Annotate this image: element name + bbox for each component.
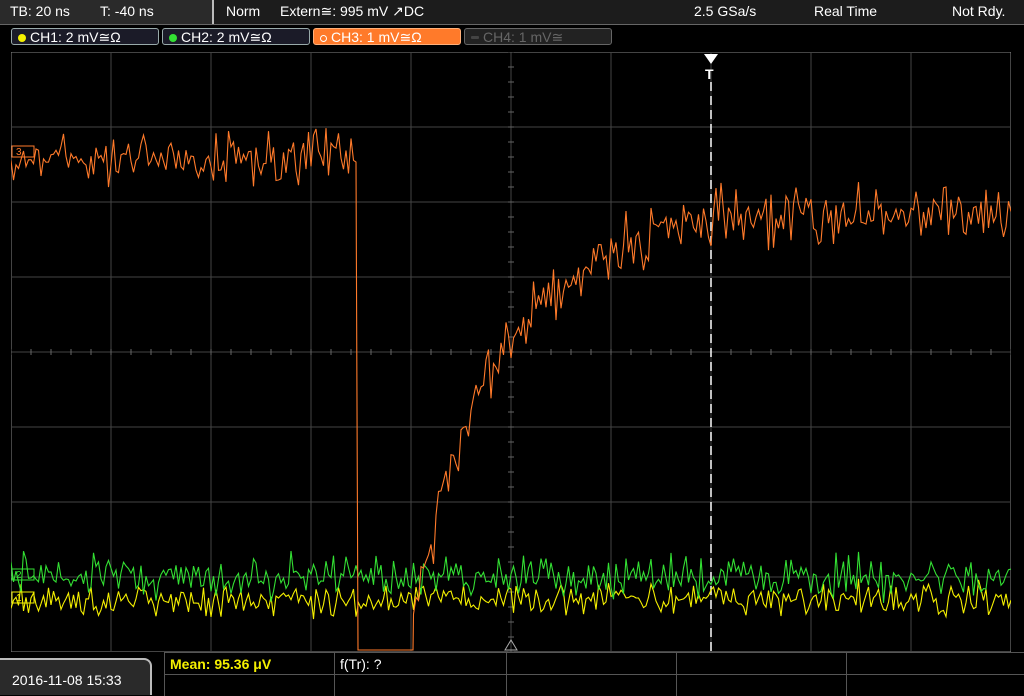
channel-1-label: CH1: 2 mV≅Ω — [30, 29, 121, 45]
measurement-panel: Mean: 95.36 μV f(Tr): ? — [164, 652, 1024, 696]
channel-3-label: CH3: 1 mV≅Ω — [331, 29, 422, 45]
acquisition-status-readout: Not Rdy. — [952, 3, 1006, 19]
channel-bar: CH1: 2 mV≅Ω CH2: 2 mV≅Ω CH3: 1 mV≅Ω CH4:… — [0, 25, 1024, 49]
channel-1-marker-label: 1 — [16, 593, 22, 604]
channel-2-label: CH2: 2 mV≅Ω — [181, 29, 272, 45]
trigger-source-readout[interactable]: Extern≅: 995 mV ↗DC — [280, 3, 424, 20]
timebase-readout[interactable]: TB: 20 ns — [10, 3, 70, 19]
channel-1-button[interactable]: CH1: 2 mV≅Ω — [11, 28, 159, 45]
status-bar: TB: 20 ns T: -40 ns Norm Extern≅: 995 mV… — [0, 0, 1024, 25]
trigger-marker-label: T — [705, 66, 714, 82]
channel-3-marker-label: 3 — [16, 147, 22, 158]
channel-4-indicator-icon — [471, 36, 479, 39]
acquisition-mode-readout[interactable]: Real Time — [814, 3, 877, 19]
waveform-display[interactable]: 3 2 1 T — [11, 52, 1011, 652]
channel-3-indicator-icon — [320, 35, 327, 42]
trigger-time-readout[interactable]: T: -40 ns — [100, 3, 154, 19]
channel-3-button[interactable]: CH3: 1 mV≅Ω — [313, 28, 461, 45]
channel-2-button[interactable]: CH2: 2 mV≅Ω — [162, 28, 310, 45]
bottom-bar: 2016-11-08 15:33 Mean: 95.36 μV f(Tr): ? — [0, 652, 1024, 696]
channel-4-button[interactable]: CH4: 1 mV≅ — [464, 28, 612, 45]
mean-measurement[interactable]: Mean: 95.36 μV — [170, 656, 271, 672]
timebase-panel[interactable]: TB: 20 ns T: -40 ns — [0, 0, 214, 24]
channel-2-indicator-icon — [169, 34, 177, 42]
channel-4-label: CH4: 1 mV≅ — [483, 29, 564, 45]
sample-rate-readout[interactable]: 2.5 GSa/s — [694, 3, 756, 19]
datetime-panel: 2016-11-08 15:33 — [0, 658, 152, 695]
datetime-label: 2016-11-08 15:33 — [12, 672, 122, 688]
channel-1-indicator-icon — [18, 34, 26, 42]
rise-time-measurement[interactable]: f(Tr): ? — [340, 656, 381, 672]
meas-divider — [164, 674, 1024, 675]
trigger-mode-readout[interactable]: Norm — [226, 3, 260, 19]
channel-2-marker-label: 2 — [16, 570, 22, 581]
